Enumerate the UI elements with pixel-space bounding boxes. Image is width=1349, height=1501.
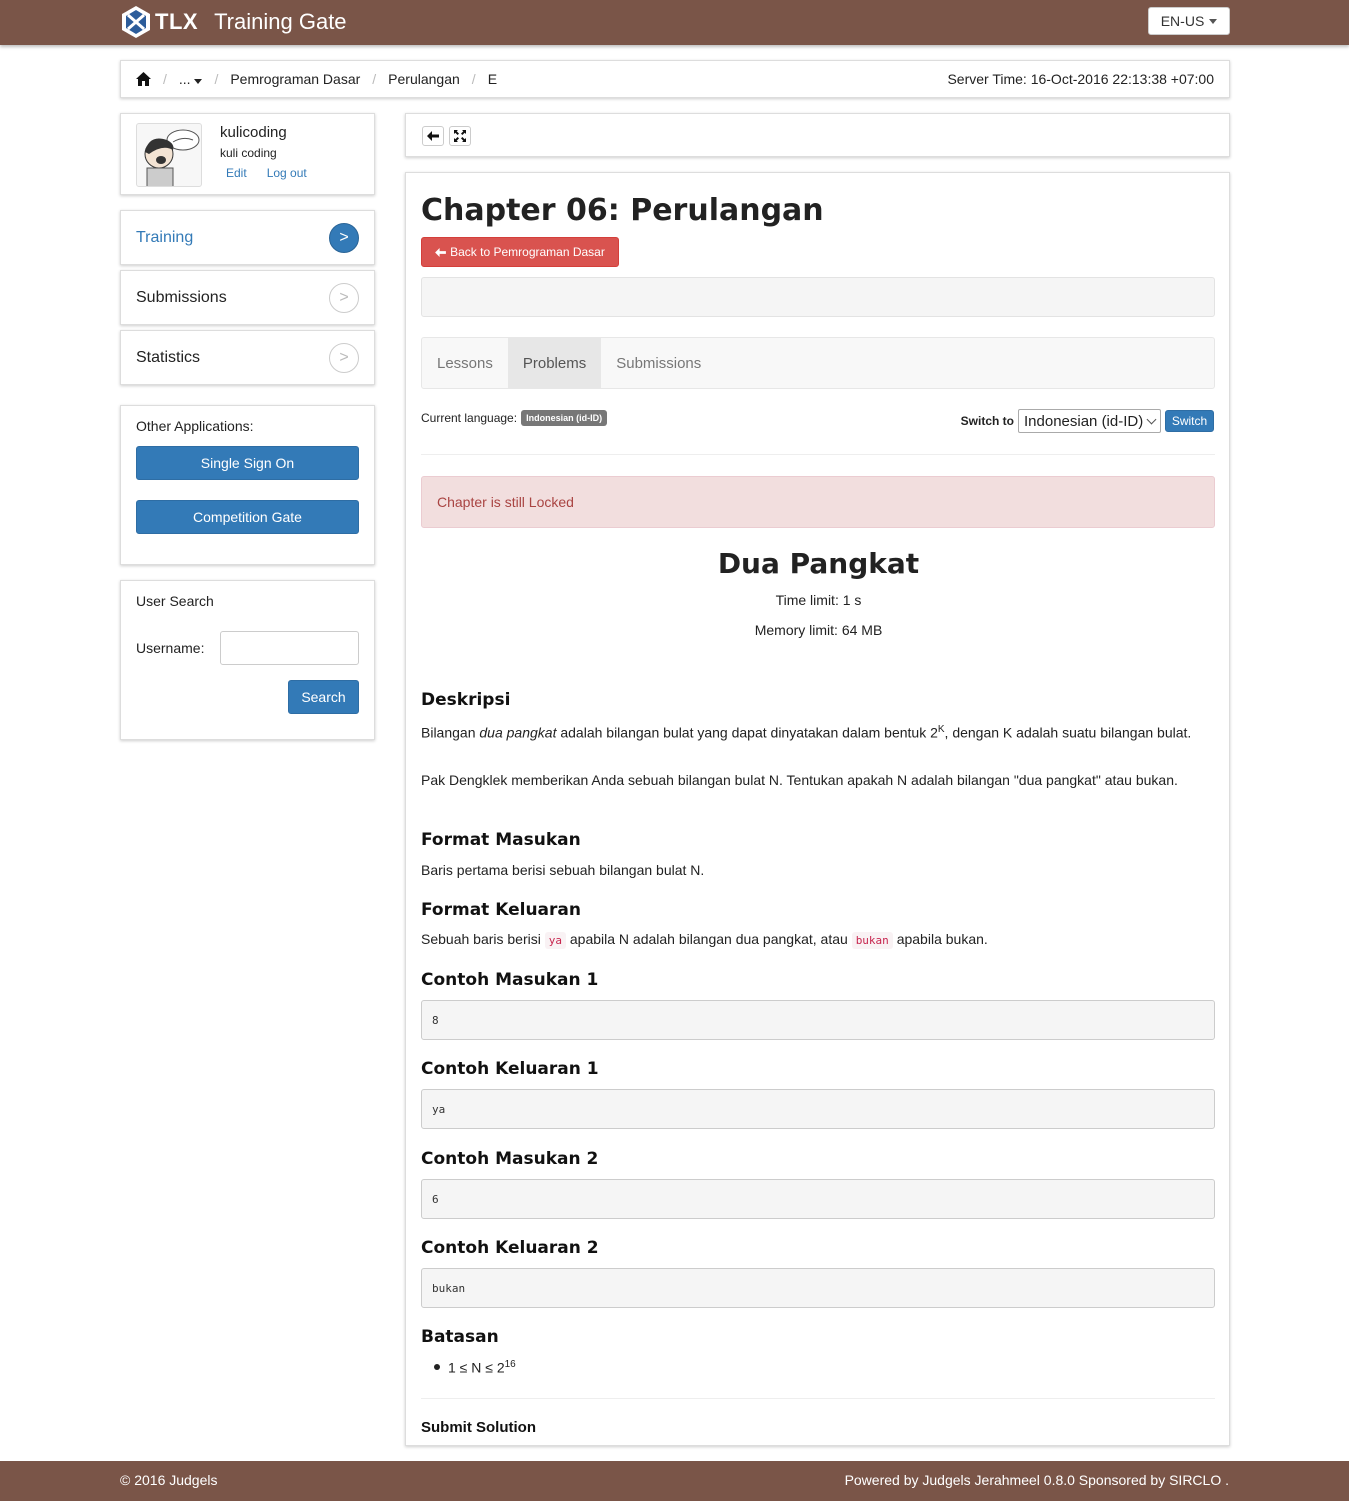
user-search-panel: User Search Username: Search — [120, 580, 375, 740]
section-contoh-keluaran-2: Contoh Keluaran 2 — [421, 1238, 599, 1258]
profile-username[interactable]: kulicoding — [220, 124, 287, 141]
sidebar-item-label: Training — [136, 228, 194, 246]
language-select[interactable]: Indonesian (id-ID) — [1018, 409, 1161, 433]
server-time: Server Time: 16-Oct-2016 22:13:38 +07:00 — [947, 71, 1214, 87]
time-limit: Time limit: 1 s — [775, 592, 862, 608]
inline-code: ya — [544, 932, 566, 949]
chevron-down-icon — [1146, 414, 1157, 424]
footer-powered-by: Powered by Judgels Jerahmeel 0.8.0 Spons… — [844, 1472, 1229, 1488]
tab-problems[interactable]: Problems — [507, 338, 602, 388]
breadcrumb-problem[interactable]: E — [488, 71, 497, 87]
breadcrumb-more[interactable]: ... — [179, 71, 203, 87]
sample-output-1: ya — [421, 1089, 1215, 1129]
section-contoh-masukan-2: Contoh Masukan 2 — [421, 1149, 599, 1169]
caret-down-icon — [194, 79, 203, 84]
sidebar-item-statistics[interactable]: Statistics > — [120, 330, 375, 385]
tlx-logo-icon — [122, 6, 150, 38]
username-label: Username: — [136, 640, 205, 656]
chevron-right-icon: > — [329, 222, 359, 253]
competition-gate-button[interactable]: Competition Gate — [136, 500, 359, 534]
fullscreen-button[interactable] — [449, 126, 471, 146]
section-format-keluaran: Format Keluaran — [421, 900, 581, 920]
edit-profile-link[interactable]: Edit — [226, 166, 247, 180]
breadcrumb-chapter[interactable]: Perulangan — [388, 71, 460, 87]
section-batasan: Batasan — [421, 1327, 499, 1347]
language-switcher: Switch to Indonesian (id-ID) Switch — [961, 409, 1214, 433]
chevron-right-icon: > — [329, 342, 359, 373]
footer: © 2016 Judgels Powered by Judgels Jerahm… — [0, 1461, 1349, 1501]
breadcrumb-separator: / — [372, 71, 377, 87]
current-language-badge: Indonesian (id-ID) — [521, 410, 608, 426]
language-dropdown[interactable]: EN-US — [1148, 7, 1230, 35]
sample-input-2: 6 — [421, 1179, 1215, 1219]
tab-lessons[interactable]: Lessons — [422, 338, 508, 388]
profile-card: kulicoding kuli coding Edit Log out — [120, 113, 375, 195]
top-navbar: TLX Training Gate EN-US — [0, 0, 1349, 45]
constraint-item: 1 ≤ N ≤ 216 — [434, 1359, 516, 1376]
brand-short: TLX — [155, 9, 199, 34]
submit-solution-heading: Submit Solution — [421, 1419, 536, 1436]
switch-language-button[interactable]: Switch — [1165, 410, 1214, 432]
inline-code: bukan — [851, 932, 893, 949]
breadcrumb: / ... / Pemrograman Dasar / Perulangan /… — [120, 60, 1230, 98]
user-search-title: User Search — [136, 593, 214, 609]
breadcrumb-separator: / — [163, 71, 167, 87]
avatar — [136, 123, 202, 187]
description-paragraph-1: Bilangan dua pangkat adalah bilangan bul… — [421, 724, 1192, 741]
problem-title: Dua Pangkat — [717, 547, 920, 580]
current-language: Current language: Indonesian (id-ID) — [421, 410, 608, 426]
sample-output-2: bukan — [421, 1268, 1215, 1308]
single-sign-on-button[interactable]: Single Sign On — [136, 446, 359, 480]
memory-limit: Memory limit: 64 MB — [754, 622, 883, 638]
output-format-text: Sebuah baris berisi ya apabila N adalah … — [421, 931, 988, 949]
caret-down-icon — [1209, 18, 1218, 24]
footer-copyright: © 2016 Judgels — [120, 1472, 218, 1488]
switch-to-label: Switch to — [960, 414, 1014, 428]
locked-alert: Chapter is still Locked — [421, 476, 1215, 528]
sidebar-item-label: Statistics — [136, 348, 201, 366]
search-button[interactable]: Search — [288, 680, 359, 714]
chapter-description-well — [421, 277, 1215, 317]
current-language-label: Current language: — [421, 411, 518, 425]
back-to-course-button[interactable]: Back to Pemrograman Dasar — [421, 237, 619, 267]
divider — [421, 1398, 1215, 1399]
breadcrumb-separator: / — [471, 71, 476, 87]
brand-name: Training Gate — [214, 9, 347, 34]
profile-links: Edit Log out — [226, 166, 307, 180]
other-applications-panel: Other Applications: Single Sign On Compe… — [120, 405, 375, 565]
brand[interactable]: TLX Training Gate — [119, 4, 347, 40]
tab-submissions[interactable]: Submissions — [601, 338, 716, 388]
sidebar-item-training[interactable]: Training > — [120, 210, 375, 265]
arrow-left-icon — [435, 247, 447, 257]
username-search-input[interactable] — [220, 631, 359, 665]
bullet-icon — [434, 1364, 440, 1371]
chapter-tabs: Lessons Problems Submissions — [421, 337, 1215, 389]
section-deskripsi: Deskripsi — [421, 690, 511, 710]
sidebar-item-label: Submissions — [136, 288, 227, 306]
sidebar-item-submissions[interactable]: Submissions > — [120, 270, 375, 325]
home-icon[interactable] — [136, 72, 151, 86]
section-contoh-masukan-1: Contoh Masukan 1 — [421, 970, 599, 990]
section-contoh-keluaran-1: Contoh Keluaran 1 — [421, 1059, 599, 1079]
breadcrumb-course[interactable]: Pemrograman Dasar — [230, 71, 360, 87]
breadcrumb-separator: / — [214, 71, 219, 87]
chapter-title: Chapter 06: Perulangan — [421, 193, 824, 228]
chevron-right-icon: > — [329, 282, 359, 313]
profile-fullname: kuli coding — [220, 146, 277, 160]
arrow-left-icon — [427, 131, 439, 141]
description-paragraph-2: Pak Dengklek memberikan Anda sebuah bila… — [421, 772, 1178, 788]
back-button[interactable] — [422, 126, 444, 146]
sample-input-1: 8 — [421, 1000, 1215, 1040]
section-format-masukan: Format Masukan — [421, 830, 581, 850]
main-content: Chapter 06: Perulangan Back to Pemrogram… — [405, 172, 1230, 1446]
logout-link[interactable]: Log out — [267, 166, 307, 180]
content-toolbar — [405, 113, 1230, 157]
fullscreen-icon — [454, 130, 466, 142]
input-format-text: Baris pertama berisi sebuah bilangan bul… — [421, 862, 705, 878]
language-label: EN-US — [1160, 13, 1205, 29]
divider — [421, 454, 1215, 455]
other-applications-label: Other Applications: — [136, 418, 254, 434]
